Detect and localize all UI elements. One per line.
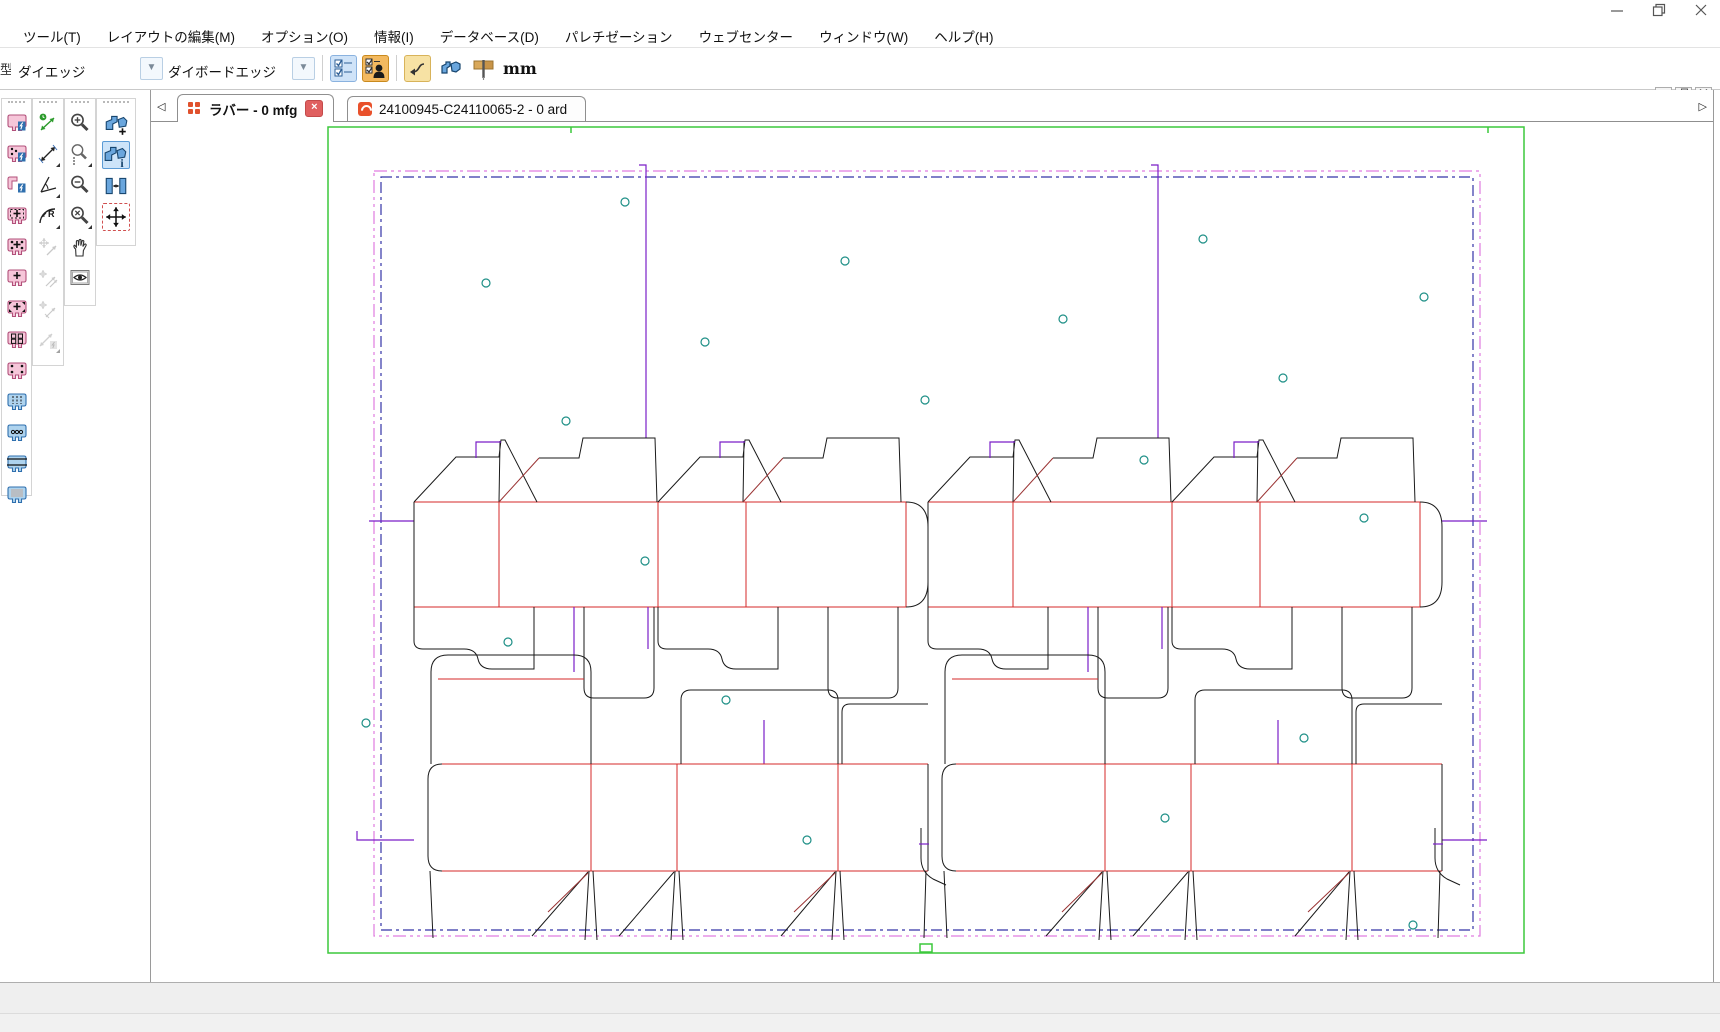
menu-bar: ツール(T)レイアウトの編集(M)オプション(O)情報(I)データベース(D)パ… (0, 24, 1720, 48)
measure-distance-live-button[interactable] (34, 110, 62, 138)
pan-hand-button[interactable] (66, 234, 94, 262)
menu-item-2[interactable]: オプション(O) (248, 24, 361, 48)
rubber-add-solid-button[interactable] (3, 265, 31, 293)
window-restore-button[interactable] (1644, 3, 1674, 21)
piece-spacing-button[interactable] (102, 172, 130, 200)
rubber-add-dashed-button[interactable] (3, 203, 31, 231)
tool-combobox-chevron-icon[interactable]: ▼ (140, 57, 163, 80)
menu-item-0[interactable]: ツール(T) (10, 24, 94, 48)
preview-eye-button[interactable] (66, 265, 94, 293)
current-tool-label: ダイエッジ (18, 61, 85, 81)
zoom-center-button[interactable] (66, 141, 94, 169)
tab-scroll-left-icon[interactable]: ◁ (157, 100, 165, 113)
move-layout-button[interactable] (102, 203, 130, 231)
document-tab-0[interactable]: ラバー - 0 mfg × (177, 94, 334, 122)
counter-plate-vlines-button[interactable] (3, 389, 31, 417)
checklist-user-button[interactable] (362, 55, 389, 82)
toolbox-column-layout-tools: i (96, 98, 136, 246)
flyout-indicator-icon (56, 194, 60, 198)
move-copy-button[interactable] (34, 265, 62, 293)
menu-item-1[interactable]: レイアウトの編集(M) (94, 24, 248, 48)
add-layout-piece-button[interactable] (102, 110, 130, 138)
drawing-canvas[interactable] (151, 122, 1713, 978)
move-item-button[interactable] (34, 234, 62, 262)
document-tab-1[interactable]: 24100945-C24110065-2 - 0 ard (347, 96, 586, 121)
menu-item-3[interactable]: 情報(I) (361, 24, 427, 48)
tab-close-icon[interactable]: × (305, 100, 323, 117)
counter-plate-hlines-button[interactable] (3, 451, 31, 479)
rubber-corner-dots-button[interactable] (3, 358, 31, 386)
toolbar: 型 ダイエッジ ▼ ダイボードエッジ ▼ mm (0, 49, 1720, 90)
tab-label: ラバー - 0 mfg (209, 99, 297, 119)
menu-item-7[interactable]: ウィンドウ(W) (806, 24, 921, 48)
clipped-palette-label: 型 (0, 59, 11, 78)
measure-distance-button[interactable] (34, 141, 62, 169)
die-layout-drawing (151, 122, 1713, 978)
title-bar (0, 0, 1720, 24)
layout-map-button[interactable] (438, 55, 465, 82)
menu-item-6[interactable]: ウェブセンター (686, 24, 807, 48)
menu-item-8[interactable]: ヘルプ(H) (921, 24, 1006, 48)
tab-scroll-right-icon[interactable]: ▷ (1699, 100, 1707, 113)
zoom-extents-button[interactable] (66, 203, 94, 231)
svg-text:R: R (48, 209, 55, 219)
toolbar-separator (396, 55, 397, 81)
rubber-auto-edge-button[interactable] (3, 172, 31, 200)
rubber-auto-fill-button[interactable] (3, 141, 31, 169)
measure-angle-button[interactable] (34, 172, 62, 200)
toolbox-column-measure-tools: R (32, 98, 64, 366)
unit-label: mm (503, 59, 537, 78)
toolbox-column-rubber-tools (1, 98, 32, 496)
flyout-indicator-icon (88, 225, 92, 229)
move-ticks-button[interactable] (34, 296, 62, 324)
reverse-direction-button[interactable] (404, 55, 431, 82)
pin-board-button[interactable] (470, 55, 497, 82)
rubber-add-dots-button[interactable] (3, 234, 31, 262)
flyout-indicator-icon (56, 163, 60, 167)
document-frame: ◁ ▷ ラバー - 0 mfg × 24100945-C24110065-2 - 0… (150, 90, 1714, 982)
menu-item-4[interactable]: データベース(D) (427, 24, 552, 48)
window-close-button[interactable] (1686, 3, 1716, 21)
ard-doc-icon (358, 102, 372, 116)
zoom-in-button[interactable] (66, 110, 94, 138)
flyout-indicator-icon (56, 349, 60, 353)
rubber-grid-button[interactable] (3, 327, 31, 355)
counter-plate-solid-button[interactable] (3, 482, 31, 510)
toolbar-separator (322, 55, 323, 81)
menu-item-5[interactable]: パレチゼーション (552, 24, 686, 48)
status-bar (0, 1013, 1720, 1032)
rubber-add-corners-button[interactable] (3, 296, 31, 324)
document-tab-bar: ◁ ▷ ラバー - 0 mfg × 24100945-C24110065-2 - 0… (151, 94, 1713, 122)
scroll-strip[interactable] (0, 982, 1720, 1014)
counter-plate-holes-button[interactable] (3, 420, 31, 448)
flyout-indicator-icon (56, 225, 60, 229)
rubber-auto-outline-button[interactable] (3, 110, 31, 138)
mfg-grid-icon (188, 102, 202, 116)
tab-label: 24100945-C24110065-2 - 0 ard (379, 102, 567, 117)
flyout-indicator-icon (88, 163, 92, 167)
board-edge-combobox-chevron-icon[interactable]: ▼ (292, 57, 315, 80)
toolbox-column-view-tools (64, 98, 96, 306)
checklist-button[interactable] (330, 55, 357, 82)
board-edge-dropdown-value[interactable]: ダイボードエッジ (168, 61, 276, 81)
window-minimize-button[interactable] (1602, 3, 1632, 21)
layout-piece-info-button[interactable]: i (102, 141, 130, 169)
zoom-out-button[interactable] (66, 172, 94, 200)
left-toolbox: Ri (0, 90, 150, 982)
move-auto-button[interactable] (34, 327, 62, 355)
application-window: ツール(T)レイアウトの編集(M)オプション(O)情報(I)データベース(D)パ… (0, 0, 1720, 1032)
measure-radius-button[interactable]: R (34, 203, 62, 231)
